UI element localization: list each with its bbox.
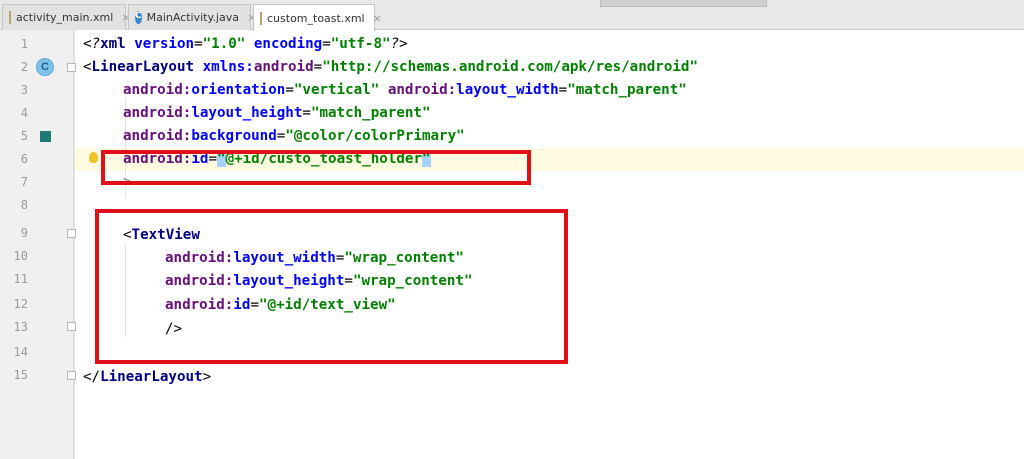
tab-activity-main[interactable]: activity_main.xml × <box>2 4 131 30</box>
token: = <box>285 82 294 98</box>
line-number: 13 <box>13 320 28 334</box>
token: < <box>83 59 92 75</box>
line-number: 3 <box>20 83 28 97</box>
editor-tab-bar: activity_main.xml × C MainActivity.java … <box>0 0 1024 31</box>
token: xml <box>100 36 135 52</box>
line-number: 4 <box>20 106 28 120</box>
token: android: <box>387 82 457 98</box>
token: layout_width <box>456 82 559 98</box>
line-number: 15 <box>13 368 28 382</box>
code-line-15: </LinearLayout> <box>83 366 211 389</box>
token: </ <box>83 369 101 385</box>
line-number: 2 <box>20 60 28 74</box>
token: orientation <box>191 82 286 98</box>
tab-label: custom_toast.xml <box>267 11 365 25</box>
token: background <box>191 128 277 144</box>
close-icon[interactable]: × <box>373 12 382 25</box>
code-line-3: android:orientation="vertical" android:l… <box>123 79 687 102</box>
token: layout_height <box>191 105 303 121</box>
line-number: 12 <box>13 297 28 311</box>
code-line-4: android:layout_height="match_parent" <box>123 102 431 125</box>
toolbar-overflow <box>600 0 767 7</box>
token: LinearLayout <box>100 369 203 385</box>
annotation-box <box>95 209 568 364</box>
token: = <box>194 36 203 52</box>
token: > <box>202 369 212 385</box>
token: = <box>558 82 568 98</box>
lightbulb-icon[interactable] <box>89 152 98 163</box>
token: ?> <box>390 36 408 52</box>
tab-label: activity_main.xml <box>16 11 114 24</box>
annotation-box <box>101 150 531 185</box>
token: = <box>322 36 331 52</box>
color-preview-icon[interactable] <box>40 131 51 142</box>
token: "http://schemas.android.com/apk/res/andr… <box>322 59 699 75</box>
token: <? <box>83 36 101 52</box>
token: "1.0" <box>202 36 254 52</box>
line-number: 14 <box>13 345 28 359</box>
line-number: 1 <box>20 37 28 51</box>
token: = <box>313 59 323 75</box>
code-line-1: <?xml version="1.0" encoding="utf-8"?> <box>83 33 408 56</box>
token: android: <box>123 128 192 144</box>
token: encoding <box>253 36 323 52</box>
code-line-5: android:background="@color/colorPrimary" <box>123 125 465 148</box>
tab-main-activity[interactable]: C MainActivity.java × <box>128 4 256 30</box>
line-number: 11 <box>13 272 28 286</box>
token: android: <box>123 105 192 121</box>
java-class-icon: C <box>135 11 142 24</box>
token: "utf-8" <box>330 36 391 52</box>
line-number: 9 <box>20 226 28 240</box>
line-number: 5 <box>20 129 28 143</box>
line-number: 8 <box>20 198 28 212</box>
token: android <box>253 59 314 75</box>
token: = <box>302 105 311 121</box>
token: xmlns: <box>202 59 254 75</box>
tab-custom-toast[interactable]: custom_toast.xml × <box>253 4 382 31</box>
token: version <box>134 36 195 52</box>
token: "vertical" <box>293 82 388 98</box>
xml-file-icon <box>9 11 11 24</box>
tab-label: MainActivity.java <box>146 11 239 24</box>
token: "match_parent" <box>310 105 431 121</box>
code-line-2: <LinearLayout xmlns:android="http://sche… <box>83 56 698 79</box>
xml-file-icon <box>260 11 262 25</box>
line-number: 10 <box>13 249 28 263</box>
token: LinearLayout <box>91 59 203 75</box>
token: android: <box>123 82 192 98</box>
line-number: 7 <box>20 175 28 189</box>
line-number: 6 <box>20 152 28 166</box>
token: "@color/colorPrimary" <box>285 128 465 144</box>
class-reference-icon[interactable]: C <box>36 58 54 76</box>
token: "match_parent" <box>567 82 687 98</box>
